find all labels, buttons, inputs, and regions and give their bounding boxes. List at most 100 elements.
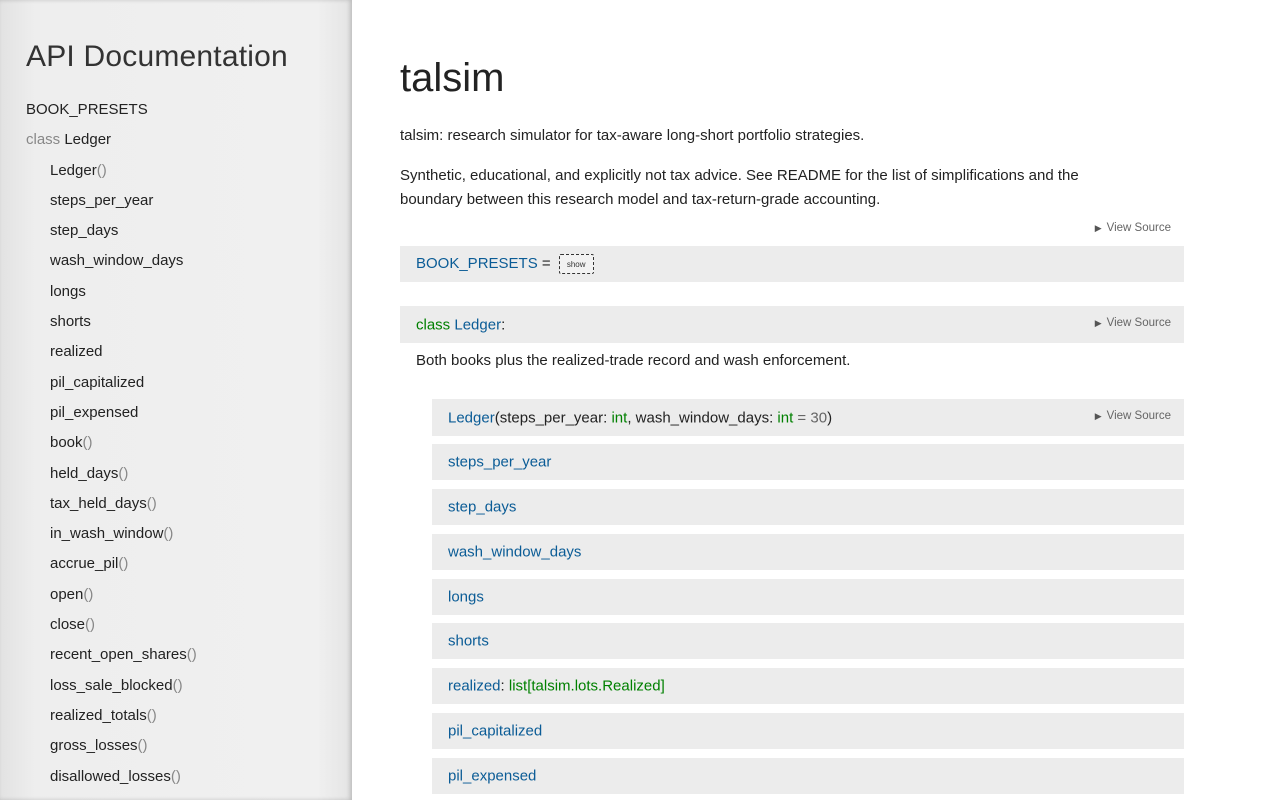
- sidebar-item-label: pil_capitalized: [50, 373, 145, 391]
- view-source-toggle[interactable]: ▶ View Source: [1095, 222, 1171, 234]
- member-steps-per-year: steps_per_year: [432, 444, 1184, 480]
- member-name[interactable]: wash_window_days: [448, 544, 581, 561]
- sidebar-item-parens: (): [146, 494, 157, 512]
- sidebar-item-parens: (): [82, 434, 93, 452]
- sidebar-item-parens: (): [137, 737, 148, 755]
- sidebar-item-pil-expensed[interactable]: pil_expensed: [0, 398, 352, 428]
- member-name[interactable]: shorts: [448, 633, 489, 650]
- sidebar-item-label: longs: [50, 282, 86, 300]
- constructor-name[interactable]: Ledger: [448, 409, 495, 426]
- member-realized: realized: list[talsim.lots.Realized]: [432, 668, 1184, 704]
- sidebar-item-pil-capitalized[interactable]: pil_capitalized: [0, 368, 352, 398]
- sidebar-item-tax-held-days[interactable]: tax_held_days(): [0, 489, 352, 519]
- param-type: int: [777, 409, 794, 426]
- sidebar-item-label: book: [50, 434, 83, 452]
- sidebar-item-ledger-init[interactable]: Ledger(): [0, 156, 352, 186]
- class-description: Both books plus the realized-trade recor…: [416, 352, 851, 369]
- member-wash-window-days: wash_window_days: [432, 534, 1184, 570]
- sidebar-item-recent-open-shares[interactable]: recent_open_shares(): [0, 640, 352, 670]
- sidebar-item-label: Ledger: [64, 131, 112, 149]
- sidebar-item-book-presets[interactable]: BOOK_PRESETS: [0, 95, 352, 125]
- sidebar-item-book[interactable]: book(): [0, 428, 352, 458]
- sidebar-nav: BOOK_PRESETS class Ledger Ledger() steps…: [0, 95, 352, 792]
- sidebar-item-parens: (): [172, 676, 183, 694]
- sidebar-item-label: tax_held_days: [50, 494, 147, 512]
- member-shorts: shorts: [432, 623, 1184, 659]
- sidebar-item-wash-window-days[interactable]: wash_window_days: [0, 246, 352, 276]
- sidebar-item-label: pil_expensed: [50, 403, 139, 421]
- sidebar-item-parens: (): [146, 706, 157, 724]
- sidebar-item-disallowed-losses[interactable]: disallowed_losses(): [0, 762, 352, 792]
- sidebar-item-label: recent_open_shares: [50, 646, 187, 664]
- default-value: 30: [810, 409, 828, 426]
- constructor-signature: Ledger(steps_per_year: int, wash_window_…: [432, 399, 1184, 436]
- sidebar-item-parens: (): [83, 585, 94, 603]
- member-name[interactable]: longs: [448, 589, 484, 606]
- sidebar-item-label: steps_per_year: [50, 191, 154, 209]
- show-button[interactable]: show: [558, 254, 594, 274]
- sidebar: API Documentation BOOK_PRESETS class Led…: [0, 0, 352, 800]
- sidebar-item-label: step_days: [50, 222, 119, 240]
- sidebar-item-close[interactable]: close(): [0, 610, 352, 640]
- sidebar-item-shorts[interactable]: shorts: [0, 307, 352, 337]
- default-equals: =: [793, 409, 811, 426]
- sidebar-item-label: loss_sale_blocked: [50, 676, 173, 694]
- view-source-toggle[interactable]: ▶ View Source: [1095, 410, 1171, 422]
- class-name[interactable]: Ledger: [454, 316, 501, 333]
- module-description: Synthetic, educational, and explicitly n…: [400, 167, 1079, 208]
- sidebar-item-label: BOOK_PRESETS: [26, 101, 148, 118]
- sidebar-item-label: close: [50, 616, 86, 634]
- sidebar-item-label: in_wash_window: [50, 525, 164, 543]
- sidebar-item-label: wash_window_days: [50, 252, 184, 270]
- class-colon: :: [501, 316, 506, 333]
- sidebar-item-label: accrue_pil: [50, 555, 119, 573]
- close-paren: ): [827, 409, 833, 426]
- sidebar-item-parens: (): [170, 767, 181, 785]
- sidebar-item-held-days[interactable]: held_days(): [0, 459, 352, 489]
- module-title: talsim: [400, 56, 505, 100]
- sidebar-item-keyword: class: [26, 131, 65, 149]
- member-name[interactable]: steps_per_year: [448, 454, 551, 471]
- sidebar-item-longs[interactable]: longs: [0, 277, 352, 307]
- member-pil-expensed: pil_expensed: [432, 758, 1184, 794]
- view-source-label: View Source: [1106, 410, 1171, 422]
- member-name[interactable]: step_days: [448, 499, 516, 516]
- sidebar-item-parens: (): [85, 616, 96, 634]
- member-type: list[talsim.lots.Realized]: [508, 677, 665, 695]
- member-name[interactable]: pil_capitalized: [448, 723, 542, 740]
- sidebar-item-accrue-pil[interactable]: accrue_pil(): [0, 549, 352, 579]
- member-step-days: step_days: [432, 489, 1184, 525]
- triangle-right-icon: ▶: [1094, 318, 1102, 328]
- equals-sign: =: [537, 254, 555, 272]
- view-source-label: View Source: [1106, 317, 1171, 329]
- sidebar-item-step-days[interactable]: step_days: [0, 216, 352, 246]
- sidebar-item-realized[interactable]: realized: [0, 337, 352, 367]
- sidebar-item-label: Ledger: [50, 161, 97, 179]
- member-name[interactable]: realized: [448, 678, 501, 695]
- sidebar-item-label: realized_totals: [50, 706, 147, 724]
- sidebar-item-parens: (): [96, 161, 107, 179]
- sidebar-item-label: open: [50, 585, 84, 603]
- param-wash-window-days: wash_window_days: [635, 409, 770, 426]
- sidebar-item-label: held_days: [50, 464, 119, 482]
- sidebar-item-loss-sale-blocked[interactable]: loss_sale_blocked(): [0, 671, 352, 701]
- sidebar-item-parens: (): [186, 646, 197, 664]
- sidebar-item-gross-losses[interactable]: gross_losses(): [0, 731, 352, 761]
- member-pil-capitalized: pil_capitalized: [432, 713, 1184, 749]
- sidebar-item-open[interactable]: open(): [0, 580, 352, 610]
- triangle-right-icon: ▶: [1094, 411, 1102, 421]
- sidebar-item-in-wash-window[interactable]: in_wash_window(): [0, 519, 352, 549]
- param-comma: ,: [627, 409, 636, 426]
- sidebar-item-class-ledger[interactable]: class Ledger: [0, 125, 352, 155]
- member-name[interactable]: pil_expensed: [448, 768, 536, 785]
- book-presets-name[interactable]: BOOK_PRESETS: [416, 255, 538, 272]
- view-source-toggle[interactable]: ▶ View Source: [1095, 317, 1171, 329]
- member-longs: longs: [432, 579, 1184, 615]
- sidebar-item-realized-totals[interactable]: realized_totals(): [0, 701, 352, 731]
- sidebar-item-steps-per-year[interactable]: steps_per_year: [0, 186, 352, 216]
- sidebar-title: API Documentation: [26, 40, 288, 73]
- sidebar-item-label: gross_losses: [50, 737, 138, 755]
- book-presets-signature: BOOK_PRESETS = show: [400, 246, 1184, 282]
- module-intro: talsim: research simulator for tax-aware…: [400, 127, 865, 144]
- param-type: int: [611, 409, 628, 426]
